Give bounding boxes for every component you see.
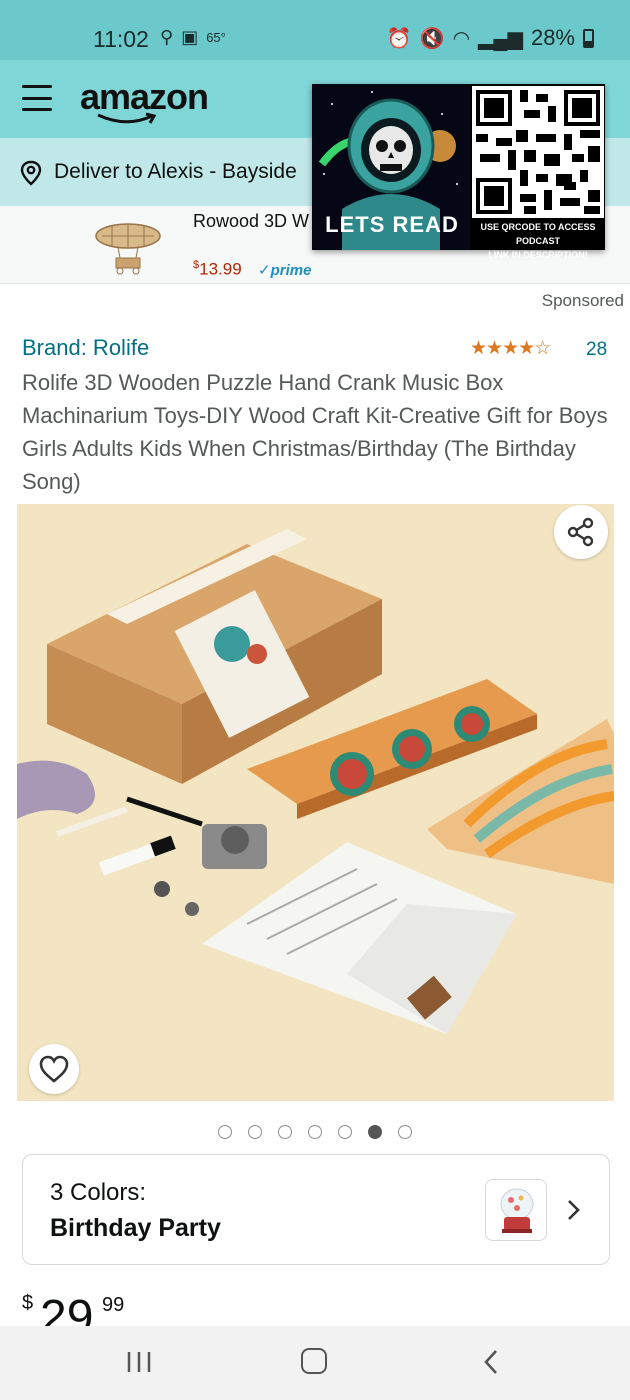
status-bar: 11:02 ⚲ ▣ 65° ⏰ 🔇 ◠ ▂▄▆ 28% <box>0 0 630 60</box>
airship-product-image <box>95 223 161 275</box>
brand-link[interactable]: Brand: Rolife <box>22 335 149 361</box>
prime-label: prime <box>270 262 312 279</box>
product-title: Rolife 3D Wooden Puzzle Hand Crank Music… <box>22 370 608 494</box>
product-image[interactable] <box>17 504 614 1101</box>
heart-icon <box>39 1055 69 1083</box>
mute-icon: 🔇 <box>419 27 445 50</box>
variant-label: 3 Colors: <box>50 1179 147 1206</box>
status-right-icons: ⏰ 🔇 ◠ ▂▄▆ 28% <box>387 25 594 51</box>
variant-thumbnail[interactable] <box>485 1179 547 1241</box>
status-left-icons: ⚲ ▣ 65° <box>160 27 226 48</box>
qr-code-image <box>472 86 604 218</box>
add-to-list-button[interactable] <box>29 1044 79 1094</box>
rating-stars[interactable]: ★★★★☆ <box>470 337 551 360</box>
carousel-dot[interactable] <box>278 1125 292 1139</box>
share-button[interactable] <box>554 505 608 559</box>
signal-icon: ▂▄▆ <box>478 27 523 50</box>
share-icon <box>567 517 594 547</box>
qr-caption: USE QRCODE TO ACCESS PODCAST LINK IN DES… <box>470 220 606 262</box>
weather-temperature: 65° <box>206 30 226 45</box>
half-star-icon: ☆ <box>534 338 551 359</box>
podcast-overlay-image: LETS READ USE QRCODE TO ACCESS PODCAST L… <box>312 84 605 260</box>
birthday-cake-thumbnail <box>500 1188 534 1233</box>
qr-caption-line2: LINK IN DESCRIPTION! <box>488 250 588 260</box>
back-icon[interactable] <box>482 1348 500 1376</box>
music-box-kit-illustration <box>17 504 614 1101</box>
deliver-to-text: Deliver to Alexis - Bayside <box>54 160 297 183</box>
sponsored-label[interactable]: Sponsored <box>542 291 624 311</box>
battery-percent: 28% <box>530 25 575 50</box>
podcast-title: LETS READ <box>325 212 459 237</box>
astronaut-skull-artwork: LETS READ <box>312 84 470 250</box>
alarm-icon: ⏰ <box>386 27 412 50</box>
notification-icon: ⚲ <box>160 27 174 47</box>
gallery-icon: ▣ <box>181 27 199 47</box>
system-navigation-bar <box>0 1326 630 1400</box>
price-fraction: 99 <box>102 1294 125 1316</box>
amazon-smile-icon <box>97 112 157 124</box>
prime-badge: ✓prime <box>258 262 312 279</box>
home-icon[interactable] <box>301 1348 327 1374</box>
carousel-dot-active[interactable] <box>368 1125 382 1139</box>
image-carousel-dots[interactable] <box>218 1125 412 1139</box>
variant-value: Birthday Party <box>50 1214 221 1242</box>
carousel-dot[interactable] <box>248 1125 262 1139</box>
ad-price: $13.99 <box>193 259 242 280</box>
status-time: 11:02 <box>93 26 149 52</box>
menu-icon[interactable] <box>22 85 52 111</box>
battery-icon <box>583 28 594 48</box>
carousel-dot[interactable] <box>338 1125 352 1139</box>
qr-caption-line1: USE QRCODE TO ACCESS PODCAST <box>480 222 596 246</box>
wifi-icon: ◠ <box>452 27 471 50</box>
rating-count[interactable]: 28 <box>586 339 607 361</box>
carousel-dot[interactable] <box>308 1125 322 1139</box>
recent-apps-icon[interactable] <box>126 1350 152 1374</box>
ad-price-value: 13.99 <box>199 259 242 279</box>
chevron-right-icon <box>568 1200 580 1220</box>
color-variant-selector[interactable]: 3 Colors: Birthday Party <box>22 1154 610 1265</box>
carousel-dot[interactable] <box>398 1125 412 1139</box>
carousel-dot[interactable] <box>218 1125 232 1139</box>
location-pin-icon <box>20 160 42 186</box>
price-currency: $ <box>22 1292 34 1314</box>
